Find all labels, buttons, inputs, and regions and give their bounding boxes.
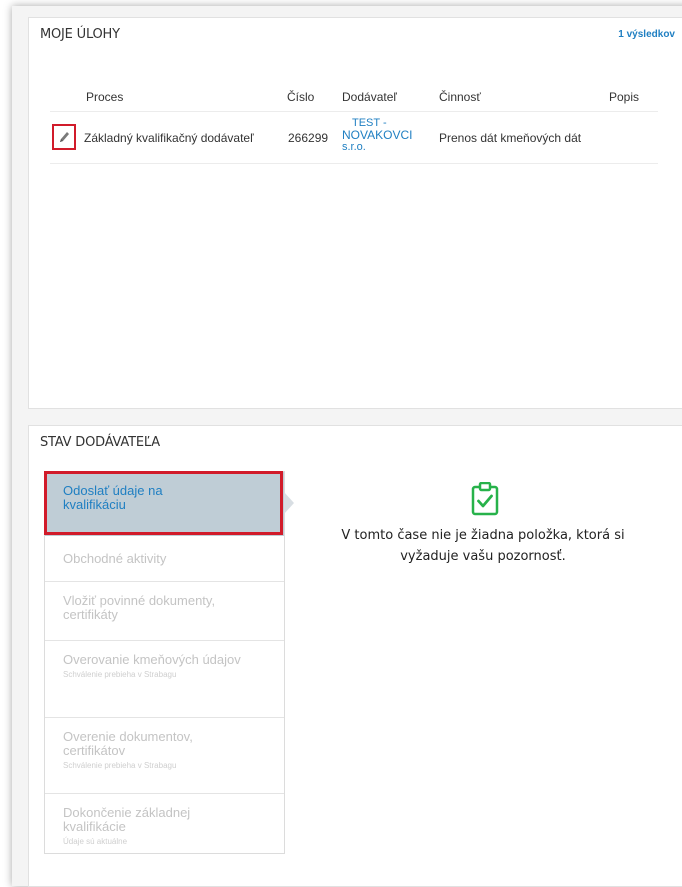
row-divider (50, 163, 658, 164)
col-header-proces[interactable]: Proces (86, 90, 123, 104)
results-count-link[interactable]: 1 výsledkov (618, 29, 675, 40)
row-activity: Prenos dát kmeňových dát (439, 131, 582, 145)
active-step-arrow (284, 492, 294, 514)
row-number: 266299 (288, 131, 329, 145)
step-document-verification[interactable]: Overenie dokumentov, certifikátov Schvál… (45, 718, 284, 794)
edit-highlight (52, 124, 76, 150)
step-label: Overenie dokumentov, certifikátov (63, 729, 193, 758)
step-sublabel: Schválenie prebieha v Strabagu (63, 761, 177, 770)
step-sublabel: Údaje sú aktuálne (63, 837, 128, 846)
status-message: V tomto čase nie je žiadna položka, ktor… (341, 528, 625, 564)
col-header-popis[interactable]: Popis (609, 90, 639, 104)
step-label: Obchodné aktivity (63, 551, 167, 566)
row-process: Základný kvalifikačný dodávateľ (84, 131, 254, 145)
step-upload-documents[interactable]: Vložiť povinné dokumenty, certifikáty (45, 582, 284, 641)
col-header-dodavatel[interactable]: Dodávateľ (342, 90, 397, 104)
step-label: Dokončenie základnej kvalifikácie (63, 805, 191, 834)
step-master-data-verification[interactable]: Overovanie kmeňových údajov Schválenie p… (45, 641, 284, 718)
col-header-cinnost[interactable]: Činnosť (439, 90, 481, 104)
clipboard-check-icon (471, 482, 499, 516)
supplier-line: s.r.o. (342, 141, 366, 153)
step-business-activities[interactable]: Obchodné aktivity (45, 536, 284, 582)
step-sublabel: Schválenie prebieha v Strabagu (63, 670, 177, 679)
active-step-highlight (44, 471, 283, 535)
col-header-cislo[interactable]: Číslo (287, 90, 314, 104)
step-basic-qualification[interactable]: Dokončenie základnej kvalifikácie Údaje … (45, 794, 284, 853)
step-label: Vložiť povinné dokumenty, certifikáty (63, 593, 216, 622)
status-panel-title: STAV DODÁVATEĽA (40, 435, 160, 450)
row-supplier-link[interactable]: TEST - NOVAKOVCI s.r.o. (342, 118, 412, 153)
tasks-panel-title: MOJE ÚLOHY (40, 27, 120, 42)
header-divider (50, 111, 658, 112)
tasks-panel: MOJE ÚLOHY 1 výsledkov (28, 17, 682, 409)
step-label: Overovanie kmeňových údajov (63, 652, 241, 667)
